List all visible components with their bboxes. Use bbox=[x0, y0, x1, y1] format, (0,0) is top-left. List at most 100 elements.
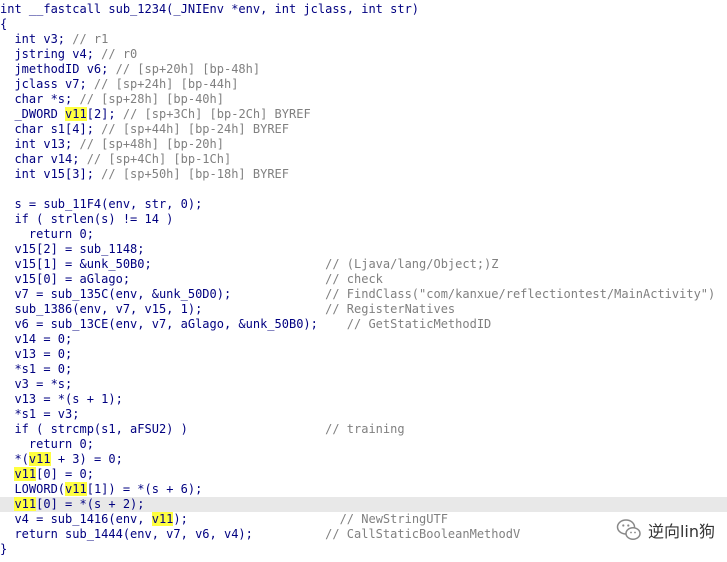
code-text: char v14; bbox=[0, 152, 87, 166]
code-line[interactable]: return 0; bbox=[0, 227, 727, 242]
code-line[interactable]: _DWORD v11[2]; // [sp+3Ch] [bp-2Ch] BYRE… bbox=[0, 107, 727, 122]
code-comment: // r0 bbox=[101, 47, 138, 61]
code-comment: // [sp+4Ch] [bp-1Ch] bbox=[86, 152, 232, 166]
code-comment: // RegisterNatives bbox=[325, 302, 456, 316]
code-comment: // [sp+24h] [bp-44h] bbox=[93, 77, 239, 91]
code-text: v15[2] = sub_1148; bbox=[0, 242, 145, 256]
code-line[interactable]: v6 = sub_13CE(env, v7, aGlago, &unk_50B0… bbox=[0, 317, 727, 332]
code-text: char s1[4]; bbox=[0, 122, 102, 136]
code-line[interactable]: *s1 = 0; bbox=[0, 362, 727, 377]
code-text: char *s; bbox=[0, 92, 80, 106]
code-text: [1]) = *(s + 6); bbox=[86, 482, 203, 496]
highlighted-token[interactable]: v11 bbox=[151, 512, 174, 526]
code-comment: // CallStaticBooleanMethodV bbox=[325, 527, 521, 541]
code-text: int v15[3]; bbox=[0, 167, 102, 181]
code-text: *s1 = v3; bbox=[0, 407, 80, 421]
code-line[interactable]: char *s; // [sp+28h] [bp-40h] bbox=[0, 92, 727, 107]
code-line[interactable]: jstring v4; // r0 bbox=[0, 47, 727, 62]
code-comment: // [sp+3Ch] [bp-2Ch] BYREF bbox=[122, 107, 311, 121]
code-text: } bbox=[0, 542, 8, 556]
code-text: ); bbox=[173, 512, 340, 526]
code-comment: // check bbox=[325, 272, 383, 286]
code-text: jclass v7; bbox=[0, 77, 94, 91]
code-line[interactable]: jclass v7; // [sp+24h] [bp-44h] bbox=[0, 77, 727, 92]
watermark: 逆向lin狗 bbox=[616, 516, 715, 544]
code-comment: // [sp+50h] [bp-18h] BYREF bbox=[101, 167, 289, 181]
code-line[interactable]: sub_1386(env, v7, v15, 1); // RegisterNa… bbox=[0, 302, 727, 317]
code-line[interactable]: jmethodID v6; // [sp+20h] [bp-48h] bbox=[0, 62, 727, 77]
highlighted-token[interactable]: v11 bbox=[28, 452, 51, 466]
code-text: v3 = *s; bbox=[0, 377, 73, 391]
code-line[interactable]: *(v11 + 3) = 0; bbox=[0, 452, 727, 467]
code-text: [0] = *(s + 2); bbox=[36, 497, 145, 511]
highlighted-token[interactable]: v11 bbox=[14, 497, 37, 511]
code-line[interactable]: int v15[3]; // [sp+50h] [bp-18h] BYREF bbox=[0, 167, 727, 182]
code-text: return sub_1444(env, v7, v6, v4); bbox=[0, 527, 326, 541]
code-text: [2]; bbox=[86, 107, 123, 121]
code-text: _DWORD bbox=[0, 107, 66, 121]
code-text: v13 = *(s + 1); bbox=[0, 392, 123, 406]
code-line[interactable]: int v13; // [sp+48h] [bp-20h] bbox=[0, 137, 727, 152]
code-line[interactable]: char s1[4]; // [sp+44h] [bp-24h] BYREF bbox=[0, 122, 727, 137]
code-line[interactable]: if ( strlen(s) != 14 ) bbox=[0, 212, 727, 227]
code-line[interactable]: v7 = sub_135C(env, &unk_50D0); // FindCl… bbox=[0, 287, 727, 302]
pseudocode-view[interactable]: int __fastcall sub_1234(_JNIEnv *env, in… bbox=[0, 0, 727, 562]
code-line[interactable]: v15[2] = sub_1148; bbox=[0, 242, 727, 257]
code-text: if ( strcmp(s1, aFSU2) ) bbox=[0, 422, 326, 436]
code-text: + 3) = 0; bbox=[50, 452, 123, 466]
code-text: { bbox=[0, 17, 8, 31]
code-comment: // FindClass("com/kanxue/reflectiontest/… bbox=[325, 287, 716, 301]
code-line[interactable]: LOWORD(v11[1]) = *(s + 6); bbox=[0, 482, 727, 497]
code-text: v4 = sub_1416(env, bbox=[0, 512, 152, 526]
code-text: s = sub_11F4(env, str, 0); bbox=[0, 197, 203, 211]
code-text: *s1 = 0; bbox=[0, 362, 73, 376]
code-line[interactable]: { bbox=[0, 17, 727, 32]
code-text: int v13; bbox=[0, 137, 80, 151]
code-text: v15[1] = &unk_50B0; bbox=[0, 257, 326, 271]
code-line[interactable]: } bbox=[0, 542, 727, 557]
code-text: v14 = 0; bbox=[0, 332, 73, 346]
code-comment: // [sp+44h] [bp-24h] BYREF bbox=[101, 122, 289, 136]
code-line[interactable]: v13 = *(s + 1); bbox=[0, 392, 727, 407]
code-line[interactable]: v14 = 0; bbox=[0, 332, 727, 347]
code-text: return 0; bbox=[0, 437, 94, 451]
highlighted-token[interactable]: v11 bbox=[65, 107, 87, 121]
code-line[interactable]: *s1 = v3; bbox=[0, 407, 727, 422]
code-line[interactable]: v3 = *s; bbox=[0, 377, 727, 392]
code-line[interactable]: v15[1] = &unk_50B0; // (Ljava/lang/Objec… bbox=[0, 257, 727, 272]
code-comment: // [sp+20h] [bp-48h] bbox=[115, 62, 261, 76]
code-line[interactable]: int __fastcall sub_1234(_JNIEnv *env, in… bbox=[0, 2, 727, 17]
code-line[interactable]: char v14; // [sp+4Ch] [bp-1Ch] bbox=[0, 152, 727, 167]
code-text: if ( strlen(s) != 14 ) bbox=[0, 212, 174, 226]
code-comment: // (Ljava/lang/Object;)Z bbox=[325, 257, 499, 271]
code-text: v6 = sub_13CE(env, v7, aGlago, &unk_50B0… bbox=[0, 317, 347, 331]
code-text: return 0; bbox=[0, 227, 94, 241]
code-line[interactable]: v11[0] = 0; bbox=[0, 467, 727, 482]
code-line[interactable]: return 0; bbox=[0, 437, 727, 452]
code-line[interactable]: v15[0] = aGlago; // check bbox=[0, 272, 727, 287]
code-line[interactable]: if ( strcmp(s1, aFSU2) ) // training bbox=[0, 422, 727, 437]
code-line[interactable]: s = sub_11F4(env, str, 0); bbox=[0, 197, 727, 212]
code-text: sub_1386(env, v7, v15, 1); bbox=[0, 302, 326, 316]
code-line-current[interactable]: v11[0] = *(s + 2); bbox=[0, 497, 727, 512]
wechat-icon bbox=[616, 519, 641, 540]
highlighted-token[interactable]: v11 bbox=[65, 482, 87, 496]
watermark-text: 逆向lin狗 bbox=[647, 522, 715, 541]
highlighted-token[interactable]: v11 bbox=[14, 467, 37, 481]
code-line[interactable]: int v3; // r1 bbox=[0, 32, 727, 47]
code-line[interactable] bbox=[0, 182, 727, 197]
code-text: *( bbox=[0, 452, 29, 466]
code-text: LOWORD( bbox=[0, 482, 66, 496]
code-text: int __fastcall sub_1234(_JNIEnv *env, in… bbox=[0, 2, 420, 16]
code-comment: // GetStaticMethodID bbox=[346, 317, 492, 331]
code-line[interactable]: v13 = 0; bbox=[0, 347, 727, 362]
code-text: int v3; bbox=[0, 32, 73, 46]
code-text: v7 = sub_135C(env, &unk_50D0); bbox=[0, 287, 326, 301]
code-text: jstring v4; bbox=[0, 47, 102, 61]
code-text: jmethodID v6; bbox=[0, 62, 116, 76]
code-comment: // [sp+48h] [bp-20h] bbox=[79, 137, 224, 151]
code-text: v13 = 0; bbox=[0, 347, 73, 361]
code-comment: // [sp+28h] [bp-40h] bbox=[79, 92, 224, 106]
